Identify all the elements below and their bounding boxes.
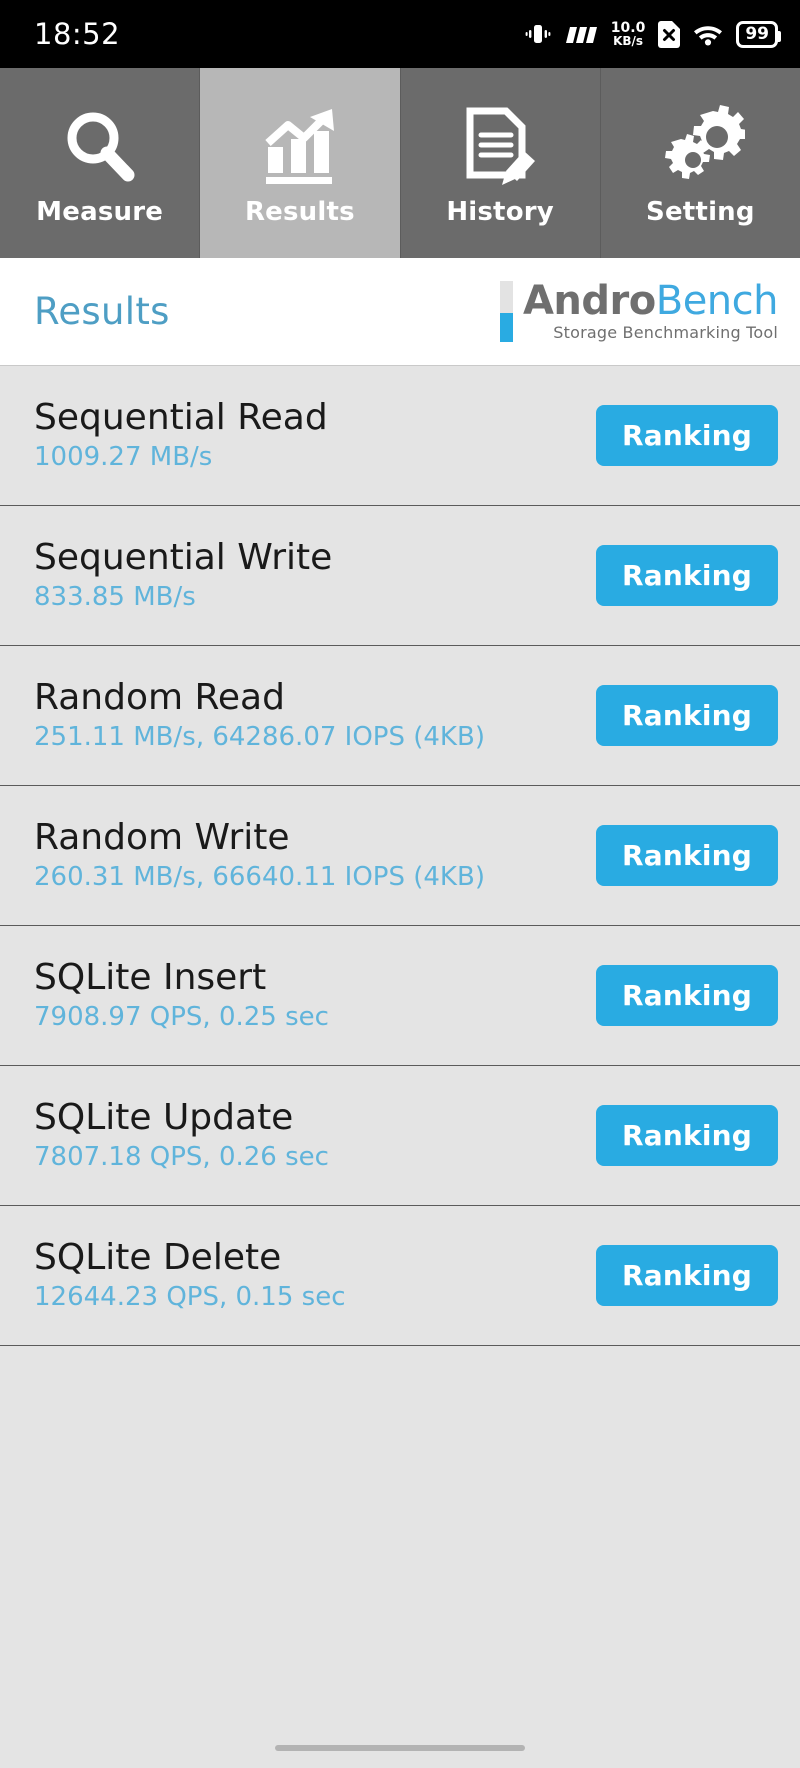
battery-indicator: 99 bbox=[736, 20, 781, 48]
result-value: 260.31 MB/s, 66640.11 IOPS (4KB) bbox=[34, 862, 485, 893]
magnifier-icon bbox=[58, 99, 142, 195]
bar-chart-arrow-icon bbox=[258, 99, 342, 195]
results-list: Sequential Read 1009.27 MB/s Ranking Seq… bbox=[0, 366, 800, 1728]
result-name: Sequential Read bbox=[34, 397, 328, 439]
ranking-button-sqlite-insert[interactable]: Ranking bbox=[596, 965, 778, 1026]
result-row-sequential-read[interactable]: Sequential Read 1009.27 MB/s Ranking bbox=[0, 366, 800, 506]
logo-bar-icon bbox=[499, 280, 513, 343]
logo-secondary: Bench bbox=[655, 277, 779, 324]
network-speed-value: 10.0 bbox=[610, 19, 646, 36]
ranking-button-sequential-read[interactable]: Ranking bbox=[596, 405, 778, 466]
result-name: Sequential Write bbox=[34, 537, 333, 579]
wifi-icon bbox=[693, 22, 723, 46]
sim-disabled-icon bbox=[658, 20, 681, 48]
result-row-sqlite-insert[interactable]: SQLite Insert 7908.97 QPS, 0.25 sec Rank… bbox=[0, 926, 800, 1066]
result-row-sqlite-update[interactable]: SQLite Update 7807.18 QPS, 0.26 sec Rank… bbox=[0, 1066, 800, 1206]
result-value: 7807.18 QPS, 0.26 sec bbox=[34, 1142, 329, 1173]
vibrate-icon bbox=[525, 21, 551, 47]
ranking-button-sequential-write[interactable]: Ranking bbox=[596, 545, 778, 606]
result-name: SQLite Delete bbox=[34, 1237, 282, 1279]
tab-history-label: History bbox=[446, 197, 554, 227]
tab-results[interactable]: Results bbox=[200, 68, 401, 258]
app-screen: 18:52 10.0 KB/s 99 Measure Results Histo… bbox=[0, 0, 800, 1768]
status-bar: 18:52 10.0 KB/s 99 bbox=[0, 0, 800, 68]
result-name: Random Write bbox=[34, 817, 290, 859]
logo-tagline: Storage Benchmarking Tool bbox=[553, 323, 778, 343]
main-tab-bar: Measure Results History Setting bbox=[0, 68, 800, 258]
ranking-button-sqlite-update[interactable]: Ranking bbox=[596, 1105, 778, 1166]
ranking-button-random-read[interactable]: Ranking bbox=[596, 685, 778, 746]
result-row-sqlite-delete[interactable]: SQLite Delete 12644.23 QPS, 0.15 sec Ran… bbox=[0, 1206, 800, 1346]
androbench-logo: AndroBench Storage Benchmarking Tool bbox=[499, 277, 779, 343]
result-name: SQLite Insert bbox=[34, 957, 267, 999]
system-navigation-bar bbox=[0, 1728, 800, 1768]
signal-icon bbox=[564, 23, 598, 45]
result-value: 251.11 MB/s, 64286.07 IOPS (4KB) bbox=[34, 722, 485, 753]
tab-setting-label: Setting bbox=[646, 197, 755, 227]
tab-measure[interactable]: Measure bbox=[0, 68, 201, 258]
result-name: SQLite Update bbox=[34, 1097, 294, 1139]
result-value: 1009.27 MB/s bbox=[34, 442, 213, 473]
result-value: 7908.97 QPS, 0.25 sec bbox=[34, 1002, 329, 1033]
result-value: 833.85 MB/s bbox=[34, 582, 196, 613]
result-row-sequential-write[interactable]: Sequential Write 833.85 MB/s Ranking bbox=[0, 506, 800, 646]
battery-level: 99 bbox=[745, 24, 769, 44]
result-name: Random Read bbox=[34, 677, 285, 719]
tab-results-label: Results bbox=[244, 197, 355, 227]
page-title: Results bbox=[34, 290, 170, 333]
gears-icon bbox=[655, 99, 746, 195]
document-pencil-icon bbox=[458, 99, 542, 195]
page-header: Results AndroBench Storage Benchmarking … bbox=[0, 258, 800, 366]
logo-text: AndroBench Storage Benchmarking Tool bbox=[522, 277, 779, 343]
status-bar-clock: 18:52 bbox=[34, 17, 121, 51]
logo-primary: Andro bbox=[522, 277, 656, 324]
status-bar-icons: 10.0 KB/s 99 bbox=[525, 19, 781, 49]
ranking-button-random-write[interactable]: Ranking bbox=[596, 825, 778, 886]
result-row-random-write[interactable]: Random Write 260.31 MB/s, 66640.11 IOPS … bbox=[0, 786, 800, 926]
network-speed-indicator: 10.0 KB/s bbox=[610, 19, 646, 49]
logo-wordmark: AndroBench bbox=[522, 277, 779, 324]
tab-setting[interactable]: Setting bbox=[600, 68, 800, 258]
result-row-random-read[interactable]: Random Read 251.11 MB/s, 64286.07 IOPS (… bbox=[0, 646, 800, 786]
network-speed-unit: KB/s bbox=[613, 34, 644, 49]
ranking-button-sqlite-delete[interactable]: Ranking bbox=[596, 1245, 778, 1306]
tab-measure-label: Measure bbox=[36, 197, 164, 227]
tab-history[interactable]: History bbox=[400, 68, 601, 258]
result-value: 12644.23 QPS, 0.15 sec bbox=[34, 1282, 346, 1313]
gesture-pill[interactable] bbox=[275, 1745, 525, 1751]
